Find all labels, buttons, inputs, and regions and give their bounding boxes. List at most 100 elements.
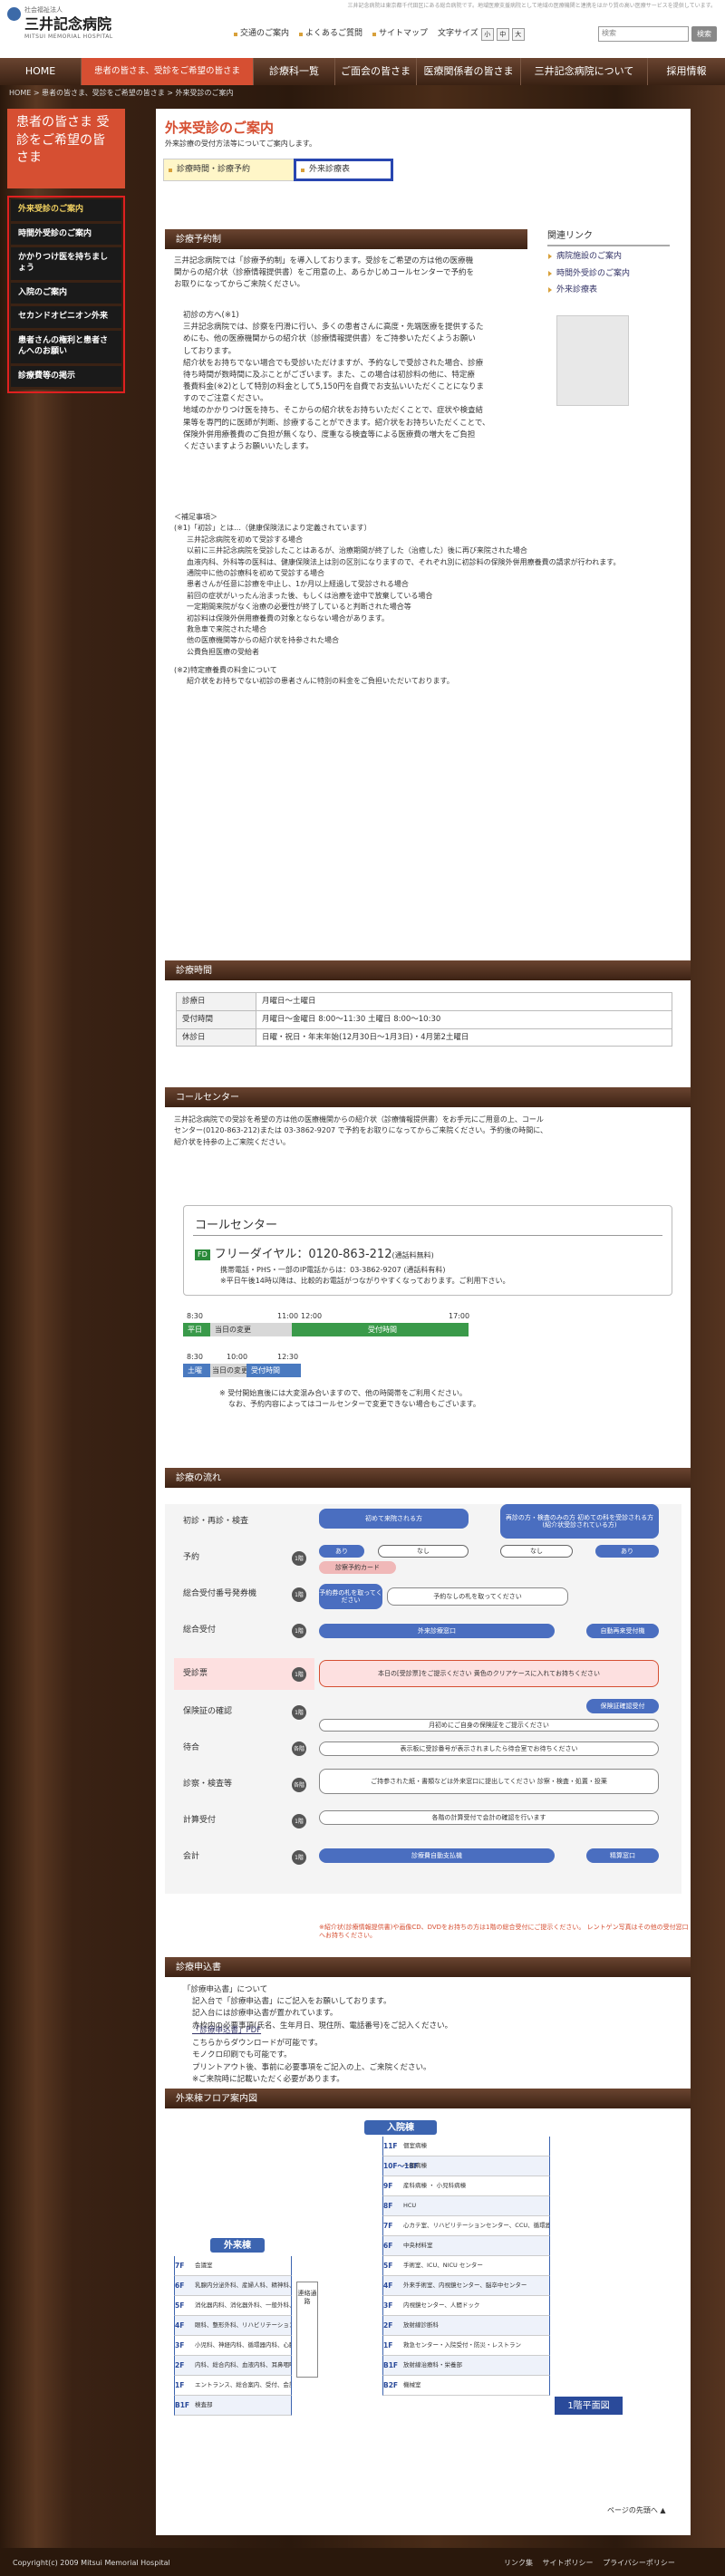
free-dial-note: (通話料無料) — [392, 1251, 434, 1259]
floor-description: エントランス、総合案内、受付、会計、薬局、救急センター — [195, 2380, 291, 2388]
flow-reserve-card: 診察予約カード — [319, 1561, 396, 1574]
floor-number: 2F — [175, 2360, 185, 2369]
application-line: 記入台には診療申込書が置かれています。 — [192, 2009, 338, 2019]
floor-description: 内視鏡センター、人間ドック — [403, 2301, 480, 2309]
tab-hours-reservation[interactable]: 診療時間・診療予約 — [163, 159, 299, 181]
first-visit-note-line: 三井記念病院では、診察を円滑に行い、多くの患者さんに高度・先端医療を提供するた — [183, 323, 484, 333]
related-link-facilities[interactable]: 病院施設のご案内 — [547, 251, 670, 264]
sidebar-item-patient-rights[interactable]: 患者さんの権利と患者さんへのお願い — [11, 331, 121, 366]
flow-ticket: 予約券の札を取ってください — [319, 1584, 382, 1609]
footer-link-privacy[interactable]: プライバシーポリシー — [603, 2559, 675, 2567]
floor-description: 内科、総合内科、血液内科、耳鼻咽喉科、形成外科 — [195, 2360, 292, 2369]
first-visit-note-line: すのでご注意ください。 — [183, 394, 268, 404]
flow-insurance-counter: 保険証確認受付 — [586, 1699, 659, 1713]
floor-description: 救急センター・入院受付・防災・レストラン — [403, 2340, 521, 2349]
related-link-after-hours[interactable]: 時間外受診のご案内 — [547, 268, 670, 281]
callcenter-intro-line: 紹介状を持参の上ご来院ください。 — [174, 1137, 290, 1146]
util-link-faq[interactable]: よくあるご質問 — [299, 28, 362, 41]
floor-description: 産科病棟 ・ 小児科病棟 — [403, 2181, 467, 2189]
inpatient-floor-row: 11F 個室病棟 — [382, 2137, 550, 2156]
footer-link-site-policy[interactable]: サイトポリシー — [543, 2559, 594, 2567]
flow-note: ※紹介状(診療情報提供書)や画像CD、DVDをお持ちの方は1階の総合受付にご提示… — [319, 1924, 689, 1940]
inpatient-floor-row: 10F～18F 一般病棟 — [382, 2156, 550, 2176]
sidebar-item-family-doctor[interactable]: かかりつけ医を持ちましょう — [11, 247, 121, 283]
util-link-access[interactable]: 交通のご案内 — [234, 28, 289, 41]
gnav-about[interactable]: 三井記念病院について — [521, 58, 648, 85]
floor-description: 個室病棟 — [403, 2141, 427, 2149]
gnav-departments[interactable]: 診療科一覧 — [254, 58, 335, 85]
application-line: モノクロ印刷でも可能です。 — [192, 2050, 292, 2060]
callcenter-box: コールセンター FD フリーダイヤル：0120-863-212(通話料無料) 携帯… — [183, 1205, 672, 1296]
flow-step-floor: 1階 — [292, 1814, 306, 1828]
font-size-medium-button[interactable]: 中 — [496, 28, 509, 41]
supp-line: 救急車で来院された場合 — [187, 624, 266, 633]
floor-description: 手術室、ICU、NICU センター — [403, 2261, 483, 2269]
flow-step-floor: 1階 — [292, 1667, 306, 1682]
supp-line: 三井記念病院を初めて受診する場合 — [187, 535, 303, 544]
floor-number: B1F — [383, 2360, 399, 2369]
related-links-title: 関連リンク — [547, 229, 670, 246]
copyright: Copyright(c) 2009 Mitsui Memorial Hospit… — [13, 2559, 170, 2567]
sidebar-item-second-opinion[interactable]: セカンドオピニオン外来 — [11, 306, 121, 332]
free-dial-number[interactable]: FD フリーダイヤル：0120-863-212(通話料無料) — [195, 1246, 434, 1264]
flow-no: なし — [378, 1545, 469, 1558]
search-button[interactable]: 検索 — [691, 26, 717, 42]
footer-link-links[interactable]: リンク集 — [504, 2559, 533, 2567]
application-pdf-link[interactable]: 「診療申込書」PDF — [192, 2025, 431, 2038]
site-logo[interactable]: 社会福祉法人 三井記念病院 MITSUI MEMORIAL HOSPITAL — [7, 5, 148, 49]
section-heading-application: 診療申込書 — [165, 1957, 691, 1977]
font-size-small-button[interactable]: 小 — [480, 28, 494, 41]
timeline-time: 8:30 — [187, 1353, 203, 1361]
page-top-link[interactable]: ページの先頭へ ▲ — [607, 2505, 666, 2516]
gnav-recruit[interactable]: 採用情報 — [648, 58, 725, 85]
floor-description: 小児科、神経内科、循環器内科、心臓血管外科、腎臓内科、糖尿病 — [195, 2340, 291, 2349]
application-line: ※ご来院時に記載いただく必要があります。 — [192, 2075, 344, 2085]
floor-plan-button[interactable]: 1階平面図 — [555, 2397, 623, 2415]
hours-row: 休診日 日曜・祝日・年末年始(12月30日～1月3日)・4月第2土曜日 — [176, 1028, 672, 1047]
timeline-note-line: ※ 受付開始直後には大変混み合いますので、他の時間帯をご利用ください。 — [219, 1389, 467, 1397]
flow-first-visit: 初めて来院される方 — [319, 1509, 469, 1529]
section-heading-callcenter: コールセンター — [165, 1087, 691, 1107]
floor-number: 6F — [383, 2241, 393, 2250]
sidebar-item-outpatient[interactable]: 外来受診のご案内 — [11, 199, 121, 224]
first-visit-note-line: 養費料金(※2)として特別の料金として5,150円を自費でお支払いいただくことに… — [183, 382, 484, 392]
logo-mark-icon — [7, 7, 21, 21]
tab-outpatient-schedule[interactable]: 外来診療表 — [294, 159, 393, 181]
gnav-patients[interactable]: 患者の皆さま、受診をご希望の皆さま — [82, 58, 254, 85]
supp-line: 紹介状をお持ちでない初診の患者さんに特別の料金をご負担いただいております。 — [187, 677, 454, 686]
timeline-saturday-change: 当日の変更 — [210, 1364, 248, 1377]
main-content: 外来受診のご案内 外来診療の受付方法等についてご案内します。 診療時間・診療予約… — [156, 109, 691, 2535]
outpatient-wing-label: 外来棟 — [210, 2238, 265, 2253]
search-input[interactable]: 検索 — [598, 26, 689, 42]
sidebar-item-admission[interactable]: 入院のご案内 — [11, 282, 121, 307]
first-visit-note-line: めにも、他の医療機関からの紹介状（診療情報提供書）をご持参いただくようお願い — [183, 334, 476, 344]
floor-number: 9F — [383, 2181, 393, 2190]
font-size-large-button[interactable]: 大 — [511, 28, 525, 41]
gnav-medical-professionals[interactable]: 医療関係者の皆さま — [417, 58, 521, 85]
application-line: プリントアウト後、事前に必要事項をご記入の上、ご来院ください。 — [192, 2062, 431, 2072]
floor-description: 放射線診断科 — [403, 2320, 439, 2329]
application-line: 記入台で「診療申込書」にご記入をお願いしております。 — [192, 1997, 392, 2007]
floor-description: 中央材料室 — [403, 2241, 433, 2249]
supp-line: 血液内科、外科等の医科は、健康保険法上は別の区別になりますので、それぞれ別に初診… — [187, 557, 621, 566]
gnav-home[interactable]: HOME — [0, 58, 82, 85]
inpatient-wing-label: 入院棟 — [364, 2120, 437, 2135]
flow-pay-machine: 診療費自動支払機 — [319, 1848, 555, 1863]
floor-number: 2F — [383, 2320, 393, 2330]
first-visit-note-line: 紹介状をお持ちでない場合でも受診いただけますが、予約なしで受診された場合、診療 — [183, 358, 484, 368]
related-link-schedule[interactable]: 外来診療表 — [547, 285, 670, 297]
flow-reception: 外来診療窓口 — [319, 1624, 555, 1638]
outpatient-floor-row: 5F 消化器内科、消化器外科、一般外科、呼吸器内科、呼吸器外科、泌尿器科、皮膚科 — [174, 2296, 292, 2316]
floor-number: 11F — [383, 2141, 398, 2150]
floor-number: 1F — [175, 2380, 185, 2389]
brochure-image[interactable] — [556, 315, 629, 406]
sidebar-item-fees[interactable]: 診療費等の掲示 — [11, 365, 121, 391]
related-links: 関連リンク 病院施設のご案内 時間外受診のご案内 外来診療表 — [547, 229, 670, 297]
hours-row: 受付時間 月曜日～金曜日 8:00～11:30 土曜日 8:00～10:30 — [176, 1009, 672, 1029]
sidebar-item-after-hours[interactable]: 時間外受診のご案内 — [11, 223, 121, 248]
inpatient-floor-row: B1F 放射線治療科・栄養部 — [382, 2356, 550, 2376]
util-link-sitemap[interactable]: サイトマップ — [372, 28, 428, 41]
gnav-visitors[interactable]: ご面会の皆さま — [335, 58, 417, 85]
inpatient-floor-row: 8F HCU — [382, 2196, 550, 2216]
supp-line: 初診料は保険外併用療養費の対象とならない場合があります。 — [187, 613, 389, 622]
